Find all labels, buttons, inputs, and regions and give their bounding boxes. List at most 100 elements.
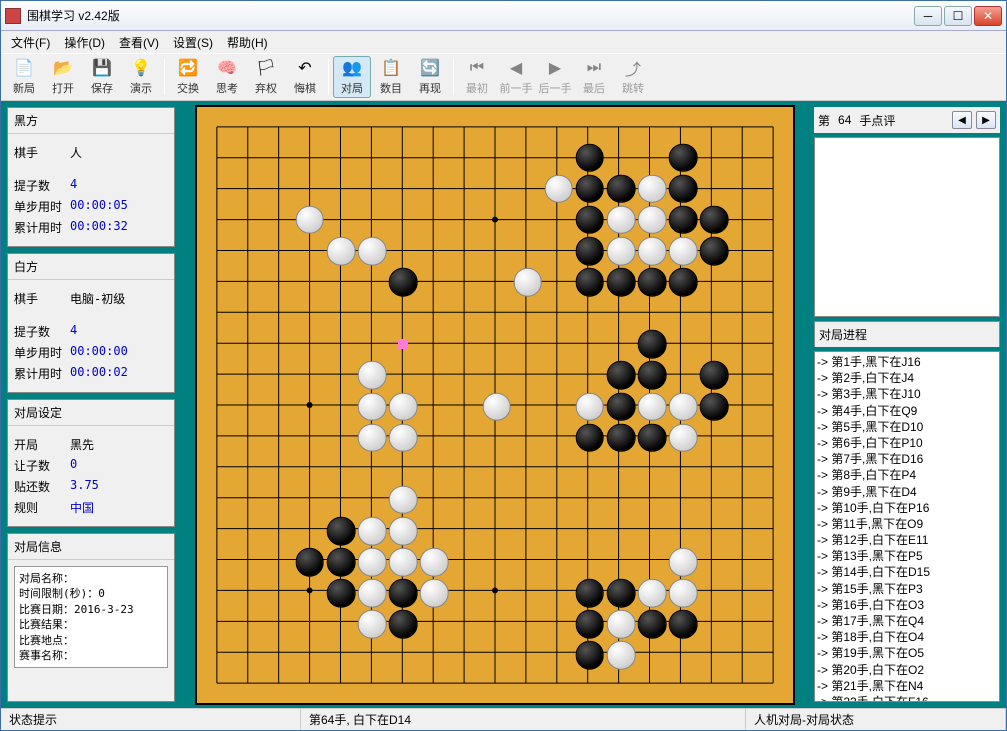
- move-item[interactable]: -> 第16手,白下在O3: [817, 597, 997, 613]
- move-item[interactable]: -> 第9手,黑下在D4: [817, 484, 997, 500]
- toolbar-match-button[interactable]: 👥对局: [333, 56, 371, 98]
- black-stone: [576, 206, 605, 235]
- white-stone: [669, 423, 698, 452]
- white-stone: [327, 237, 356, 266]
- black-stone: [389, 579, 418, 608]
- toolbar-count-button[interactable]: 📋数目: [372, 56, 410, 98]
- white-stone: [358, 579, 387, 608]
- toolbar-save-button[interactable]: 💾保存: [83, 56, 121, 98]
- move-item[interactable]: -> 第14手,白下在D15: [817, 564, 997, 580]
- toolbar-open-button[interactable]: 📂打开: [44, 56, 82, 98]
- black-stone: [327, 579, 356, 608]
- go-board[interactable]: [195, 105, 795, 705]
- black-stone: [576, 268, 605, 297]
- app-window: 围棋学习 v2.42版 ─ ☐ ✕ 文件(F)操作(D)查看(V)设置(S)帮助…: [0, 0, 1007, 731]
- move-item[interactable]: -> 第2手,白下在J4: [817, 370, 997, 386]
- count-icon: 📋: [381, 58, 401, 78]
- move-item[interactable]: -> 第8手,白下在P4: [817, 467, 997, 483]
- toolbar-replay-button[interactable]: 🔄再现: [411, 56, 449, 98]
- last-move-marker: [398, 339, 408, 349]
- settings-panel: 对局设定 开局黑先 让子数0 贴还数3.75 规则中国: [7, 399, 175, 527]
- white-stone: [607, 237, 636, 266]
- toolbar-jump-button: ⤴跳转: [614, 56, 652, 98]
- toolbar-prev-button: ◀前一手: [497, 56, 535, 98]
- move-item[interactable]: -> 第7手,黑下在D16: [817, 451, 997, 467]
- statusbar: 状态提示 第64手, 白下在D14 人机对局-对局状态: [1, 708, 1006, 730]
- menubar: 文件(F)操作(D)查看(V)设置(S)帮助(H): [1, 31, 1006, 53]
- status-move: 第64手, 白下在D14: [301, 709, 746, 730]
- white-stone: [669, 579, 698, 608]
- toolbar-first-button: ⏮最初: [458, 56, 496, 98]
- move-item[interactable]: -> 第6手,白下在P10: [817, 435, 997, 451]
- comment-header: 第 64 手点评 ◀ ▶: [814, 107, 1000, 133]
- white-stone: [420, 579, 449, 608]
- toolbar-undo-button[interactable]: ↶悔棋: [286, 56, 324, 98]
- move-item[interactable]: -> 第15手,黑下在P3: [817, 581, 997, 597]
- comment-next-button[interactable]: ▶: [976, 111, 996, 129]
- white-panel: 白方 棋手电脑-初级 提子数4 单步用时00:00:00 累计用时00:00:0…: [7, 253, 175, 393]
- white-stone: [389, 548, 418, 577]
- black-stone: [389, 268, 418, 297]
- info-body: 对局名称： 时间限制(秒)：0 比赛日期：2016-3-23 比赛结果： 比赛地…: [14, 566, 168, 668]
- white-stone: [638, 392, 667, 421]
- toolbar-think-button[interactable]: 🧠思考: [208, 56, 246, 98]
- black-stone: [607, 268, 636, 297]
- move-item[interactable]: -> 第20手,白下在O2: [817, 662, 997, 678]
- progress-list[interactable]: -> 第1手,黑下在J16-> 第2手,白下在J4-> 第3手,黑下在J10->…: [814, 351, 1000, 702]
- comment-prev-button[interactable]: ◀: [952, 111, 972, 129]
- black-stone: [638, 610, 667, 639]
- black-stone: [576, 423, 605, 452]
- move-item[interactable]: -> 第13手,黑下在P5: [817, 548, 997, 564]
- replay-icon: 🔄: [420, 58, 440, 78]
- save-icon: 💾: [92, 58, 112, 78]
- white-stone: [513, 268, 542, 297]
- black-stone: [669, 268, 698, 297]
- first-icon: ⏮: [467, 58, 487, 78]
- white-title: 白方: [8, 254, 174, 280]
- close-button[interactable]: ✕: [974, 6, 1002, 26]
- maximize-button[interactable]: ☐: [944, 6, 972, 26]
- white-stone: [638, 237, 667, 266]
- status-mode: 人机对局-对局状态: [746, 709, 1006, 730]
- toolbar: 📄新局📂打开💾保存💡演示🔁交换🧠思考🏳弃权↶悔棋👥对局📋数目🔄再现⏮最初◀前一手…: [1, 53, 1006, 101]
- move-item[interactable]: -> 第21手,黑下在N4: [817, 678, 997, 694]
- white-stone: [607, 641, 636, 670]
- move-item[interactable]: -> 第22手,白下在F16: [817, 694, 997, 702]
- toolbar-resign-button[interactable]: 🏳弃权: [247, 56, 285, 98]
- progress-title: 对局进程: [814, 321, 1000, 347]
- titlebar: 围棋学习 v2.42版 ─ ☐ ✕: [1, 1, 1006, 31]
- comment-box[interactable]: [814, 137, 1000, 317]
- menu-设置(S)[interactable]: 设置(S): [167, 32, 219, 53]
- white-stone: [358, 517, 387, 546]
- black-stone: [669, 206, 698, 235]
- move-item[interactable]: -> 第19手,黑下在O5: [817, 645, 997, 661]
- black-stone: [327, 548, 356, 577]
- white-stone: [358, 548, 387, 577]
- left-pane: 黑方 棋手人 提子数4 单步用时00:00:05 累计用时00:00:32 白方…: [7, 107, 175, 702]
- move-item[interactable]: -> 第11手,黑下在O9: [817, 516, 997, 532]
- menu-查看(V)[interactable]: 查看(V): [113, 32, 165, 53]
- toolbar-new-button[interactable]: 📄新局: [5, 56, 43, 98]
- menu-文件(F)[interactable]: 文件(F): [5, 32, 56, 53]
- move-item[interactable]: -> 第18手,白下在O4: [817, 629, 997, 645]
- move-item[interactable]: -> 第4手,白下在Q9: [817, 403, 997, 419]
- move-item[interactable]: -> 第3手,黑下在J10: [817, 386, 997, 402]
- move-item[interactable]: -> 第17手,黑下在Q4: [817, 613, 997, 629]
- menu-帮助(H)[interactable]: 帮助(H): [221, 32, 274, 53]
- black-stone: [576, 641, 605, 670]
- black-stone: [607, 174, 636, 203]
- move-item[interactable]: -> 第10手,白下在P16: [817, 500, 997, 516]
- move-item[interactable]: -> 第1手,黑下在J16: [817, 354, 997, 370]
- think-icon: 🧠: [217, 58, 237, 78]
- move-item[interactable]: -> 第12手,白下在E11: [817, 532, 997, 548]
- minimize-button[interactable]: ─: [914, 6, 942, 26]
- black-stone: [638, 268, 667, 297]
- menu-操作(D)[interactable]: 操作(D): [58, 32, 111, 53]
- toolbar-demo-button[interactable]: 💡演示: [122, 56, 160, 98]
- white-stone: [389, 486, 418, 515]
- white-stone: [638, 174, 667, 203]
- black-stone: [327, 517, 356, 546]
- content-area: 黑方 棋手人 提子数4 单步用时00:00:05 累计用时00:00:32 白方…: [1, 101, 1006, 708]
- move-item[interactable]: -> 第5手,黑下在D10: [817, 419, 997, 435]
- toolbar-swap-button[interactable]: 🔁交换: [169, 56, 207, 98]
